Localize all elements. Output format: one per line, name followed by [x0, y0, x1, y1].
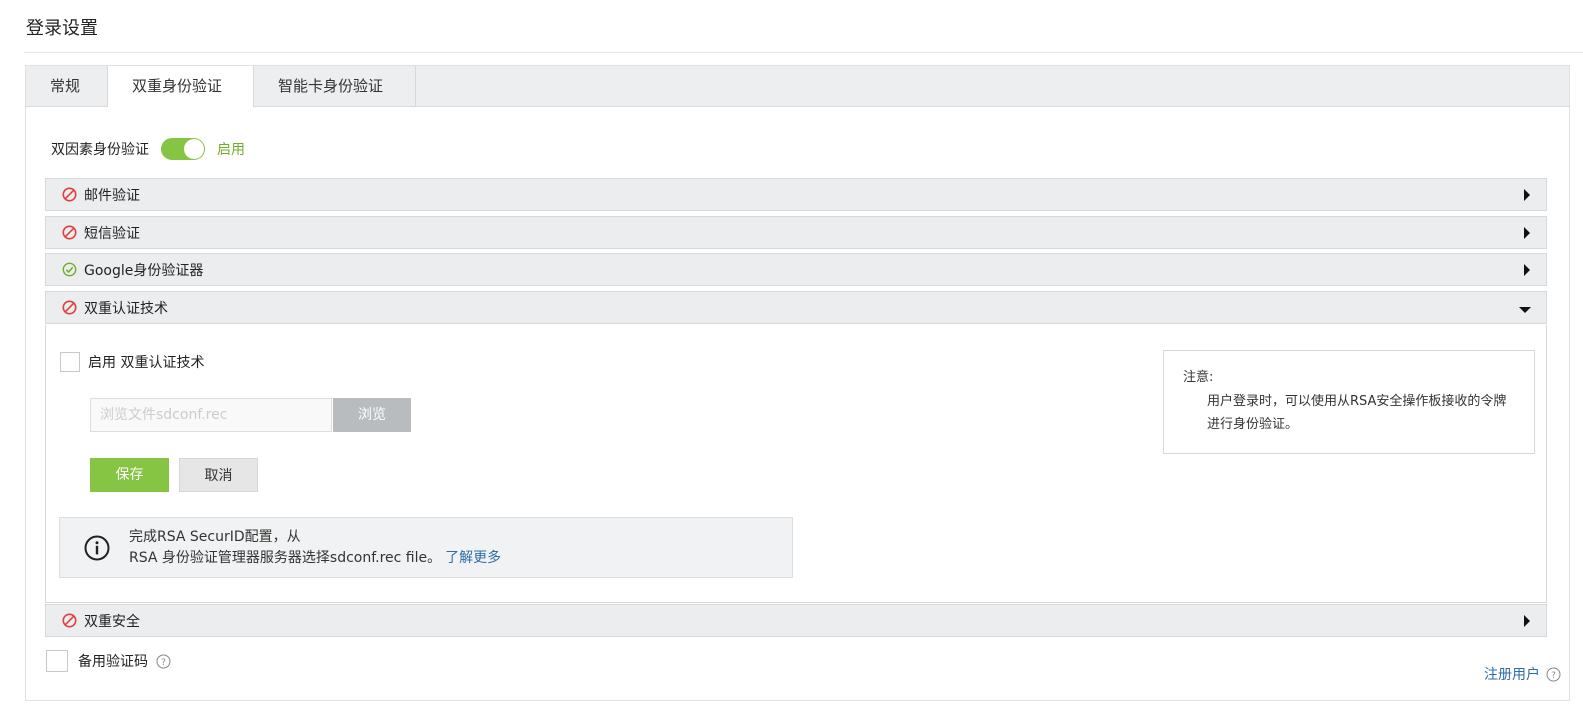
accordion-rsa[interactable]: 双重认证技术	[45, 291, 1547, 324]
accordion-label: 短信验证	[84, 225, 140, 242]
backup-code-row: 备用验证码 ?	[46, 650, 171, 672]
two-factor-switch[interactable]	[161, 138, 205, 160]
info-text: 完成RSA SecurID配置，从 RSA 身份验证管理器服务器选择sdconf…	[129, 527, 501, 569]
accordion-duo-security[interactable]: 双重安全	[45, 604, 1547, 637]
caret-right-icon	[1522, 614, 1532, 632]
tab-two-factor[interactable]: 双重身份验证	[108, 66, 254, 107]
info-line-2: RSA 身份验证管理器服务器选择sdconf.rec file。	[129, 550, 442, 566]
page-title: 登录设置	[26, 18, 98, 39]
rsa-info-box: 完成RSA SecurID配置，从 RSA 身份验证管理器服务器选择sdconf…	[59, 517, 793, 578]
accordion-sms[interactable]: 短信验证	[45, 216, 1547, 249]
note-box: 注意: 用户登录时，可以使用从RSA安全操作板接收的令牌进行身份验证。	[1163, 350, 1535, 454]
learn-more-link[interactable]: 了解更多	[445, 550, 501, 566]
cancel-button[interactable]: 取消	[179, 458, 258, 492]
two-factor-toggle-row: 双因素身份验证 启用	[51, 136, 245, 162]
switch-knob	[184, 139, 204, 159]
browse-button[interactable]: 浏览	[333, 398, 411, 432]
caret-right-icon	[1522, 263, 1532, 281]
rsa-enable-label: 启用 双重认证技术	[88, 355, 205, 371]
sdconf-file-input[interactable]: 浏览文件sdconf.rec	[90, 398, 332, 432]
caret-right-icon	[1522, 226, 1532, 244]
svg-text:?: ?	[1551, 671, 1556, 681]
info-line-1: 完成RSA SecurID配置，从	[129, 529, 301, 545]
register-user-link[interactable]: 注册用户 ?	[1484, 664, 1561, 684]
help-icon[interactable]: ?	[156, 654, 171, 669]
accordion-label: 双重认证技术	[84, 300, 168, 317]
settings-panel: 常规 双重身份验证 智能卡身份验证 双因素身份验证 启用 邮件验证 短信验证 G…	[25, 65, 1570, 701]
caret-down-icon	[1518, 303, 1532, 319]
info-icon	[84, 535, 110, 565]
disabled-icon	[62, 225, 77, 240]
svg-text:?: ?	[161, 658, 166, 668]
accordion-email[interactable]: 邮件验证	[45, 178, 1547, 211]
two-factor-state: 启用	[217, 142, 245, 158]
note-text: 用户登录时，可以使用从RSA安全操作板接收的令牌进行身份验证。	[1207, 394, 1507, 432]
save-button[interactable]: 保存	[90, 458, 169, 492]
register-user-label: 注册用户	[1484, 667, 1540, 683]
backup-code-label: 备用验证码	[78, 654, 148, 670]
accordion-google-authenticator[interactable]: Google身份验证器	[45, 253, 1547, 286]
disabled-icon	[62, 613, 77, 628]
tab-general[interactable]: 常规	[26, 66, 108, 106]
check-circle-icon	[62, 262, 77, 277]
help-icon[interactable]: ?	[1546, 667, 1561, 682]
note-title: 注意:	[1183, 370, 1214, 385]
caret-right-icon	[1522, 188, 1532, 206]
backup-code-checkbox[interactable]	[46, 650, 68, 672]
two-factor-label: 双因素身份验证	[51, 142, 149, 158]
rsa-enable-row: 启用 双重认证技术	[60, 352, 204, 372]
title-divider	[24, 52, 1583, 53]
accordion-label: 双重安全	[84, 613, 140, 630]
disabled-icon	[62, 187, 77, 202]
tab-bar: 常规 双重身份验证 智能卡身份验证	[26, 66, 1569, 107]
rsa-panel-body: 启用 双重认证技术 浏览文件sdconf.rec 浏览 保存 取消 完成RSA …	[45, 325, 1547, 603]
rsa-enable-checkbox[interactable]	[60, 352, 80, 372]
accordion-label: 邮件验证	[84, 187, 140, 204]
disabled-icon	[62, 300, 77, 315]
accordion-label: Google身份验证器	[84, 262, 204, 279]
tab-smart-card[interactable]: 智能卡身份验证	[254, 66, 416, 106]
